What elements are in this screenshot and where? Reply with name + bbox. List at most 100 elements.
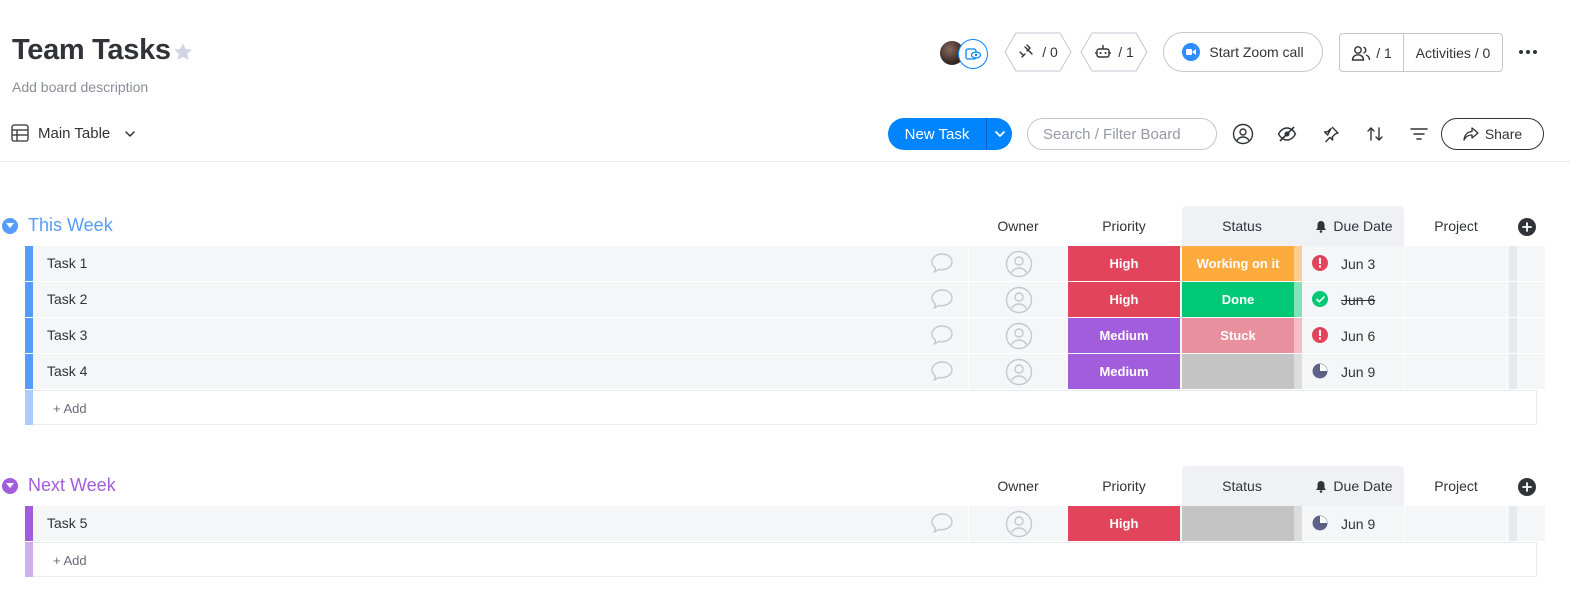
start-zoom-call-button[interactable]: Start Zoom call: [1163, 32, 1323, 72]
time-progress-icon: [1312, 363, 1328, 379]
share-icon: [1463, 127, 1479, 141]
table-row[interactable]: Task 1 High Working on it Jun 3: [25, 246, 1545, 281]
due-date[interactable]: Jun 3: [1341, 256, 1375, 272]
hide-columns-icon[interactable]: [1275, 122, 1299, 146]
column-header-due-date[interactable]: Due Date: [1304, 466, 1404, 506]
check-icon: [1312, 291, 1328, 307]
task-name[interactable]: Task 5: [47, 515, 87, 531]
table-row[interactable]: Task 2 High Done Jun 6: [25, 282, 1545, 317]
column-header-project[interactable]: Project: [1406, 206, 1506, 246]
new-task-button[interactable]: New Task: [888, 118, 986, 150]
activities-button[interactable]: Activities / 0: [1404, 45, 1502, 61]
bell-icon: [1316, 480, 1327, 493]
new-task-options-button[interactable]: [987, 118, 1012, 150]
group-color-stripe: [25, 246, 33, 281]
pin-icon[interactable]: [1319, 122, 1343, 146]
comment-icon[interactable]: [930, 252, 954, 274]
table-row[interactable]: Task 4 Medium Jun 9: [25, 354, 1545, 389]
chevron-down-icon[interactable]: [124, 128, 136, 140]
status-cell[interactable]: [1182, 506, 1294, 541]
priority-cell[interactable]: High: [1068, 282, 1180, 317]
comment-icon[interactable]: [930, 360, 954, 382]
priority-cell[interactable]: Medium: [1068, 318, 1180, 353]
view-tab-main-table[interactable]: Main Table: [38, 125, 110, 142]
due-date[interactable]: Jun 9: [1341, 516, 1375, 532]
column-header-priority[interactable]: Priority: [1068, 206, 1180, 246]
overdue-alert-icon: [1312, 327, 1328, 343]
add-item-label[interactable]: + Add: [53, 553, 87, 568]
due-date[interactable]: Jun 6: [1341, 292, 1375, 308]
group-color-stripe: [25, 506, 33, 541]
owner-avatar-icon[interactable]: [1005, 286, 1033, 314]
priority-cell[interactable]: High: [1068, 246, 1180, 281]
group-collapse-toggle[interactable]: [2, 478, 18, 494]
task-name[interactable]: Task 1: [47, 255, 87, 271]
zoom-label: Start Zoom call: [1209, 44, 1304, 60]
owner-avatar-icon[interactable]: [1005, 250, 1033, 278]
star-icon[interactable]: [172, 41, 194, 63]
owner-avatar-icon[interactable]: [1005, 510, 1033, 538]
chevron-down-icon: [994, 131, 1005, 137]
group-collapse-toggle[interactable]: [2, 218, 18, 234]
group-title-next-week[interactable]: Next Week: [28, 475, 116, 496]
task-name[interactable]: Task 4: [47, 363, 87, 379]
overdue-alert-icon: [1312, 255, 1328, 271]
due-date[interactable]: Jun 9: [1341, 364, 1375, 380]
table-view-icon: [11, 124, 29, 142]
automations-count: / 1: [1118, 44, 1134, 60]
status-cell[interactable]: Stuck: [1182, 318, 1294, 353]
share-button[interactable]: Share: [1441, 118, 1544, 150]
more-options-icon[interactable]: [1516, 42, 1540, 62]
people-icon: [1352, 45, 1371, 61]
comment-icon[interactable]: [930, 512, 954, 534]
column-header-owner[interactable]: Owner: [970, 466, 1066, 506]
column-header-priority[interactable]: Priority: [1068, 466, 1180, 506]
add-column-icon[interactable]: [1518, 218, 1536, 236]
guest-eye-icon: [965, 48, 982, 60]
caret-down-icon: [6, 223, 14, 228]
priority-cell[interactable]: Medium: [1068, 354, 1180, 389]
column-header-due-date[interactable]: Due Date: [1304, 206, 1404, 246]
sort-icon[interactable]: [1363, 122, 1387, 146]
status-cell[interactable]: [1182, 354, 1294, 389]
table-row[interactable]: Task 3 Medium Stuck Jun 6: [25, 318, 1545, 353]
integrations-button[interactable]: / 0: [1004, 32, 1072, 72]
add-item-label[interactable]: + Add: [53, 401, 87, 416]
due-date[interactable]: Jun 6: [1341, 328, 1375, 344]
task-name[interactable]: Task 2: [47, 291, 87, 307]
owner-avatar-icon[interactable]: [1005, 358, 1033, 386]
bell-icon: [1316, 220, 1327, 233]
caret-down-icon: [6, 483, 14, 488]
task-name[interactable]: Task 3: [47, 327, 87, 343]
column-header-status[interactable]: Status: [1182, 206, 1302, 246]
add-item-row[interactable]: + Add: [25, 542, 1537, 577]
comment-icon[interactable]: [930, 324, 954, 346]
members-activities-box: / 1 Activities / 0: [1339, 33, 1503, 72]
column-header-owner[interactable]: Owner: [970, 206, 1066, 246]
share-label: Share: [1484, 126, 1523, 142]
owner-avatar-icon[interactable]: [1005, 322, 1033, 350]
automations-button[interactable]: / 1: [1080, 32, 1148, 72]
add-item-row[interactable]: + Add: [25, 390, 1537, 425]
guest-avatar[interactable]: [958, 39, 988, 69]
filter-icon[interactable]: [1407, 122, 1431, 146]
column-header-project[interactable]: Project: [1406, 466, 1506, 506]
priority-cell[interactable]: High: [1068, 506, 1180, 541]
column-header-status[interactable]: Status: [1182, 466, 1302, 506]
search-filter-input[interactable]: [1027, 118, 1217, 150]
comment-icon[interactable]: [930, 288, 954, 310]
board-description[interactable]: Add board description: [12, 79, 148, 95]
group-title-this-week[interactable]: This Week: [28, 215, 113, 236]
members-button[interactable]: / 1: [1340, 34, 1404, 71]
person-filter-icon[interactable]: [1231, 122, 1255, 146]
integrations-count: / 0: [1042, 44, 1058, 60]
status-cell[interactable]: Done: [1182, 282, 1294, 317]
members-count: / 1: [1376, 44, 1392, 61]
status-cell[interactable]: Working on it: [1182, 246, 1294, 281]
integrations-icon: [1019, 44, 1033, 58]
new-task-split-button: New Task: [888, 118, 1012, 150]
board-title[interactable]: Team Tasks: [12, 34, 171, 67]
group-color-stripe: [25, 282, 33, 317]
table-row[interactable]: Task 5 High Jun 9: [25, 506, 1545, 541]
add-column-icon[interactable]: [1518, 478, 1536, 496]
